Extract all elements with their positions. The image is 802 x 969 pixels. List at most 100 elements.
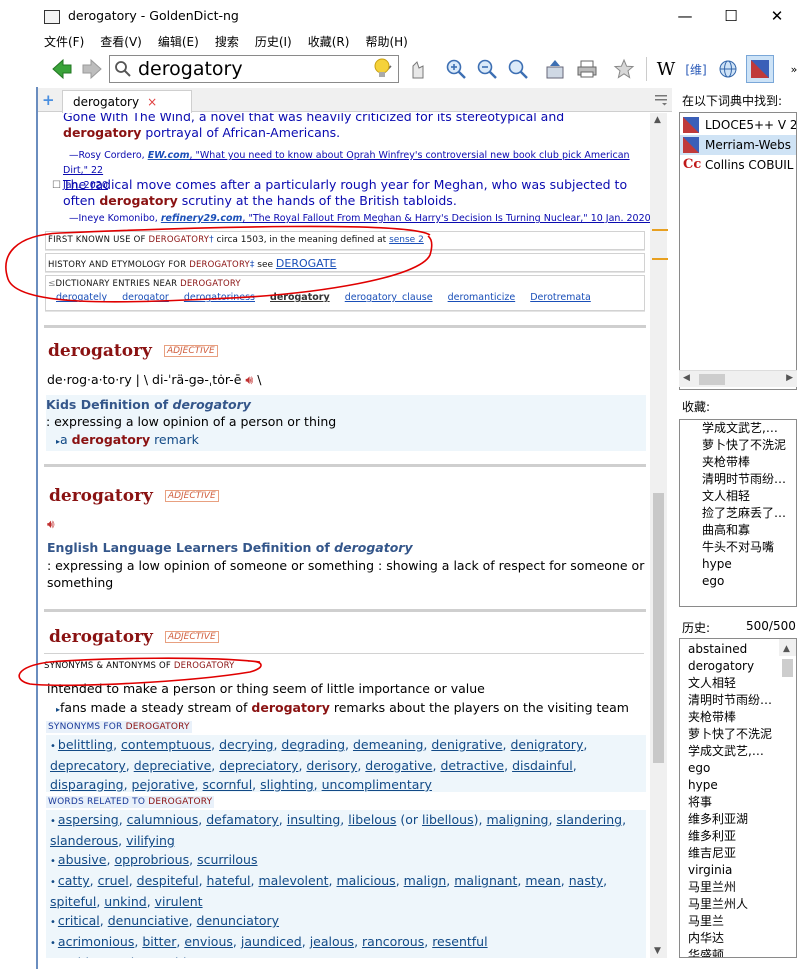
add-to-favorites-star-icon[interactable] bbox=[612, 57, 636, 81]
history-item[interactable]: 文人相轻 bbox=[684, 675, 796, 692]
related-word-link[interactable]: acrimonious bbox=[58, 934, 134, 949]
menu-favorites[interactable]: 收藏(R) bbox=[300, 33, 358, 50]
related-word-link[interactable]: mean bbox=[525, 873, 560, 888]
synonym-link[interactable]: scornful bbox=[203, 777, 253, 792]
favorite-item[interactable]: 牛头不对马嘴 bbox=[680, 539, 796, 556]
related-word-link[interactable]: cruel bbox=[98, 873, 129, 888]
history-item[interactable]: 夹枪带棒 bbox=[684, 709, 796, 726]
tab-list-menu-icon[interactable] bbox=[654, 92, 668, 106]
related-word-link[interactable]: resentful bbox=[432, 934, 487, 949]
related-word-link[interactable]: jealous bbox=[310, 934, 354, 949]
history-item[interactable]: 华盛顿 bbox=[684, 947, 796, 957]
related-word-link[interactable]: defamatory bbox=[206, 812, 279, 827]
history-item[interactable]: 维多利亚 bbox=[684, 828, 796, 845]
history-item[interactable]: 马里兰州人 bbox=[684, 896, 796, 913]
scan-popup-icon[interactable] bbox=[406, 57, 430, 81]
synonym-link[interactable]: detractive bbox=[440, 758, 504, 773]
favorite-item[interactable]: 清明时节雨纷… bbox=[680, 471, 796, 488]
related-word-link[interactable]: nasty bbox=[569, 873, 603, 888]
favorite-item[interactable]: 学成文武艺,… bbox=[680, 420, 796, 437]
favorite-item[interactable]: 萝卜快了不洗泥 bbox=[680, 437, 796, 454]
forward-arrow-icon[interactable] bbox=[80, 57, 104, 81]
history-item[interactable]: 马里兰州 bbox=[684, 879, 796, 896]
history-item[interactable]: hype bbox=[684, 777, 796, 794]
synonym-link[interactable]: disdainful bbox=[512, 758, 573, 773]
scroll-left-arrow-icon[interactable]: ◀ bbox=[683, 373, 690, 383]
related-word-link[interactable]: slandering bbox=[556, 812, 622, 827]
lightbulb-icon[interactable] bbox=[370, 57, 394, 81]
synonym-link[interactable]: deprecatory bbox=[50, 758, 126, 773]
related-word-link[interactable]: abusive bbox=[58, 852, 107, 867]
related-word-link[interactable]: jaundiced bbox=[241, 934, 302, 949]
menu-file[interactable]: 文件(F) bbox=[36, 33, 92, 50]
synonym-link[interactable]: pejorative bbox=[132, 777, 195, 792]
related-word-link[interactable]: libelous bbox=[348, 812, 396, 827]
near-entry-link[interactable]: Derotremata bbox=[530, 292, 591, 303]
history-scrollbar[interactable]: ▲ bbox=[779, 639, 796, 677]
history-item[interactable]: 清明时节雨纷… bbox=[684, 692, 796, 709]
synonym-link[interactable]: depreciative bbox=[134, 758, 212, 773]
related-word-link[interactable]: spiteful bbox=[50, 894, 96, 909]
zoom-in-icon[interactable] bbox=[444, 57, 468, 81]
synonym-link[interactable]: degrading bbox=[281, 737, 345, 752]
etymology-link[interactable]: DEROGATE bbox=[276, 257, 337, 270]
menu-view[interactable]: 查看(V) bbox=[92, 33, 150, 50]
synonym-link[interactable]: decrying bbox=[219, 737, 273, 752]
related-word-link[interactable]: malignant bbox=[454, 873, 517, 888]
related-word-link[interactable]: insulting bbox=[287, 812, 341, 827]
related-word-link[interactable]: scurrilous bbox=[197, 852, 257, 867]
synonym-link[interactable]: contemptuous bbox=[121, 737, 211, 752]
synonym-link[interactable]: denigrative bbox=[431, 737, 502, 752]
menu-help[interactable]: 帮助(H) bbox=[357, 33, 415, 50]
cite-source-link[interactable]: refinery29.com bbox=[161, 213, 243, 224]
related-word-link[interactable]: denunciatory bbox=[197, 913, 279, 928]
history-item[interactable]: 内华达 bbox=[684, 930, 796, 947]
expand-chevron-icon[interactable]: ≤ bbox=[48, 279, 56, 289]
search-box[interactable] bbox=[109, 55, 399, 83]
related-word-link[interactable]: aspersing bbox=[58, 812, 119, 827]
save-article-icon[interactable] bbox=[543, 57, 567, 81]
history-item[interactable]: ego bbox=[684, 760, 796, 777]
favorite-item[interactable]: 捡了芝麻丢了… bbox=[680, 505, 796, 522]
cite-title-link[interactable]: , "The Royal Fallout From Meghan & Harry… bbox=[242, 213, 650, 224]
history-item[interactable]: 学成文武艺,… bbox=[684, 743, 796, 760]
close-button[interactable]: ✕ bbox=[754, 0, 800, 31]
new-tab-plus-icon[interactable]: + bbox=[42, 91, 55, 109]
menu-edit[interactable]: 编辑(E) bbox=[150, 33, 207, 50]
synonym-link[interactable]: disparaging bbox=[50, 777, 124, 792]
favorite-item[interactable]: hype bbox=[680, 556, 796, 573]
synonym-link[interactable]: derogative bbox=[365, 758, 432, 773]
related-word-link[interactable]: malicious bbox=[336, 873, 395, 888]
dict-list-hscrollbar[interactable]: ◀ ▶ bbox=[679, 370, 797, 387]
globe-translate-icon[interactable] bbox=[716, 57, 740, 81]
synonym-link[interactable]: denigratory bbox=[511, 737, 584, 752]
related-word-link[interactable]: bitter bbox=[142, 934, 176, 949]
synonym-link[interactable]: demeaning bbox=[353, 737, 423, 752]
history-item[interactable]: 萝卜快了不洗泥 bbox=[684, 726, 796, 743]
favorite-item[interactable]: 曲高和寡 bbox=[680, 522, 796, 539]
synonym-link[interactable]: depreciatory bbox=[219, 758, 298, 773]
speaker-icon[interactable]: 🔊︎ bbox=[47, 517, 650, 532]
related-word-link[interactable]: opprobrious bbox=[114, 852, 189, 867]
toolbar-overflow-icon[interactable]: » bbox=[782, 57, 802, 81]
tab-derogatory[interactable]: derogatory × bbox=[62, 90, 192, 113]
related-word-link[interactable]: catty bbox=[58, 873, 90, 888]
zoom-out-icon[interactable] bbox=[475, 57, 499, 81]
related-word-link[interactable]: maligning bbox=[486, 812, 548, 827]
dictionary-group-icon[interactable] bbox=[746, 55, 774, 83]
related-word-link[interactable]: despiteful bbox=[137, 873, 199, 888]
scroll-up-arrow-icon[interactable]: ▲ bbox=[783, 641, 790, 658]
related-words-text[interactable]: acrid, caustic, scathing, venomous bbox=[58, 955, 275, 958]
near-entry-link[interactable]: derogatory clause bbox=[345, 292, 433, 303]
near-entry-link[interactable]: derogator bbox=[122, 292, 169, 303]
favorite-item[interactable]: 夹枪带棒 bbox=[680, 454, 796, 471]
related-word-link[interactable]: virulent bbox=[155, 894, 203, 909]
dict-item-ldoce[interactable]: LDOCE5++ V 2 bbox=[680, 115, 796, 135]
scroll-up-arrow-icon[interactable]: ▲ bbox=[654, 115, 661, 125]
dict-item-merriam-webster[interactable]: Merriam-Webs bbox=[680, 135, 796, 155]
print-icon[interactable] bbox=[575, 57, 599, 81]
scroll-right-arrow-icon[interactable]: ▶ bbox=[786, 373, 793, 383]
synonym-link[interactable]: derisory bbox=[306, 758, 357, 773]
wikipedia-icon[interactable]: W bbox=[654, 57, 678, 81]
history-item[interactable]: 维吉尼亚 bbox=[684, 845, 796, 862]
